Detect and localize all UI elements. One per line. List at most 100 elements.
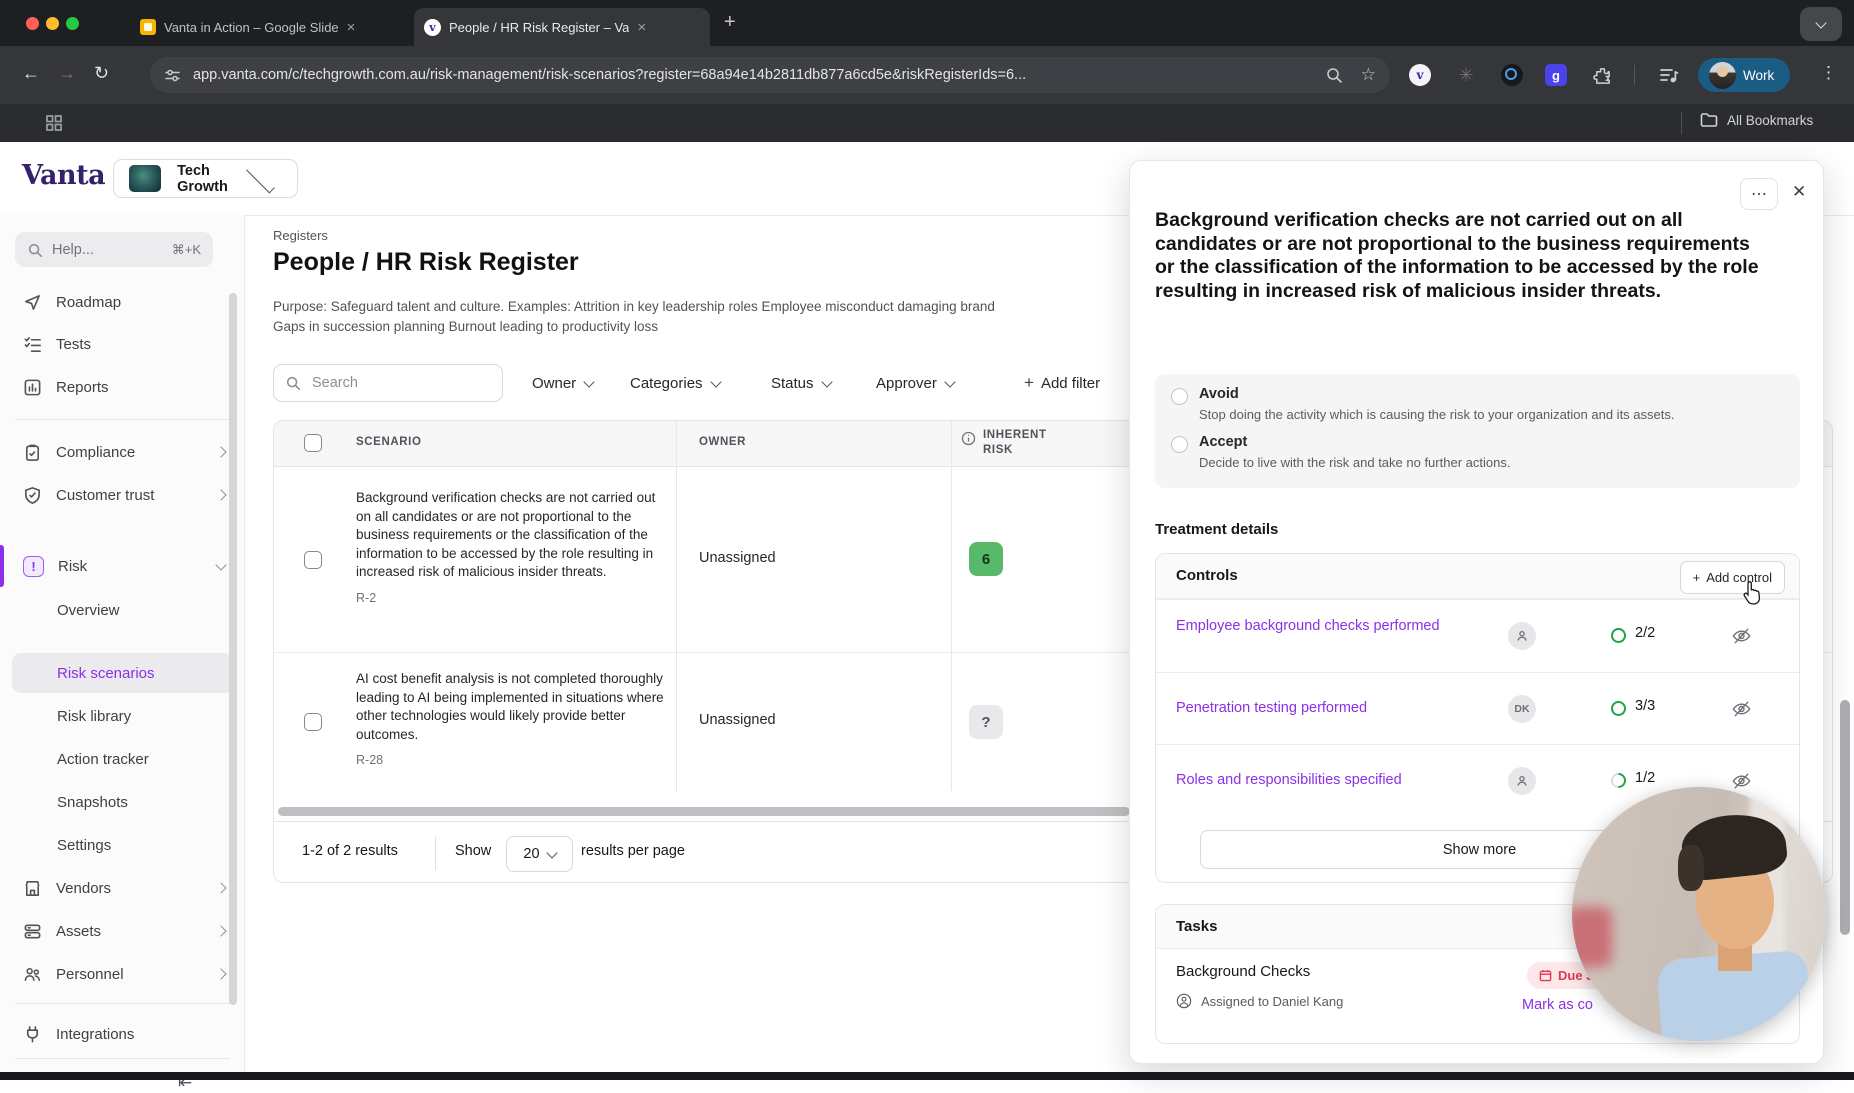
sidebar-item-roadmap[interactable]: Roadmap [0, 281, 245, 323]
sidebar-item-snapshots[interactable]: Snapshots [0, 782, 245, 822]
control-link[interactable]: Roles and responsibilities specified [1176, 771, 1486, 790]
column-header-inherent-risk[interactable]: INHERENT RISK [983, 428, 1069, 458]
address-bar[interactable]: app.vanta.com/c/techgrowth.com.au/risk-m… [150, 57, 1390, 93]
sidebar-item-risk-overview[interactable]: Overview [0, 590, 245, 630]
search-input[interactable] [310, 374, 484, 392]
sidebar-scrollbar[interactable] [229, 293, 237, 1005]
sidebar-item-tests[interactable]: Tests [0, 323, 245, 365]
window-zoom-button[interactable] [66, 17, 79, 30]
page-scrollbar[interactable] [1840, 700, 1850, 935]
apps-grid-icon[interactable] [45, 114, 63, 132]
mark-complete-link[interactable]: Mark as co [1522, 997, 1593, 1013]
reports-chart-icon [24, 379, 41, 395]
progress-count: 1/2 [1635, 770, 1656, 786]
add-control-button[interactable]: + Add control [1679, 561, 1785, 594]
sidebar-item-integrations[interactable]: Integrations [0, 1013, 245, 1055]
browser-menu-icon[interactable]: ⋮ [1820, 63, 1837, 83]
controls-header: Controls + Add control [1156, 554, 1799, 605]
sidebar-item-risk-settings[interactable]: Settings [0, 825, 245, 865]
column-header-scenario[interactable]: SCENARIO [356, 436, 422, 448]
task-name[interactable]: Background Checks [1176, 963, 1310, 980]
filter-owner[interactable]: Owner [532, 364, 595, 402]
tab-title: People / HR Risk Register – Va [449, 19, 630, 35]
info-icon[interactable] [961, 431, 976, 446]
breadcrumb[interactable]: Registers [273, 228, 328, 243]
google-slides-icon [140, 19, 156, 35]
back-button[interactable]: ← [22, 63, 40, 84]
radio-accept[interactable] [1171, 436, 1188, 453]
risk-id: R-28 [356, 753, 384, 767]
vendors-storefront-icon [25, 880, 40, 896]
tab-close-icon[interactable]: × [637, 20, 646, 35]
profile-label: Work [1743, 67, 1775, 83]
new-tab-button[interactable]: + [724, 12, 736, 32]
vanta-extension-icon[interactable]: v [1409, 64, 1431, 86]
all-bookmarks-button[interactable]: All Bookmarks [1700, 112, 1813, 128]
sidebar-item-vendors[interactable]: Vendors [0, 867, 245, 909]
reload-button[interactable]: ↻ [94, 63, 109, 84]
sidebar-item-compliance[interactable]: Compliance [0, 431, 245, 473]
window-close-button[interactable] [26, 17, 39, 30]
panel-more-button[interactable]: ⋯ [1740, 178, 1778, 210]
panel-close-icon[interactable]: ✕ [1792, 182, 1806, 202]
onepassword-extension-icon[interactable] [1501, 64, 1523, 86]
extensions-puzzle-icon[interactable] [1591, 64, 1613, 86]
sidebar-item-reports[interactable]: Reports [0, 366, 245, 408]
owner-avatar [1508, 767, 1536, 795]
site-settings-icon[interactable] [164, 67, 181, 84]
sidebar-item-action-tracker[interactable]: Action tracker [0, 739, 245, 779]
window-minimize-button[interactable] [46, 17, 59, 30]
filter-categories[interactable]: Categories [630, 364, 722, 402]
bookmark-star-icon[interactable]: ☆ [1361, 65, 1376, 85]
column-header-owner[interactable]: OWNER [699, 436, 746, 448]
url-text[interactable]: app.vanta.com/c/techgrowth.com.au/risk-m… [193, 67, 1325, 83]
unmonitored-eye-off-icon[interactable] [1731, 699, 1752, 719]
inherent-risk-badge[interactable]: 6 [969, 542, 1003, 576]
chevron-down-icon [709, 375, 722, 388]
risk-id: R-2 [356, 590, 377, 605]
control-link[interactable]: Employee background checks performed [1176, 617, 1486, 636]
radio-avoid[interactable] [1171, 388, 1188, 405]
sidebar-item-risk-scenarios[interactable]: Risk scenarios [0, 653, 245, 693]
forward-button[interactable]: → [58, 63, 76, 84]
tab-vanta-risk-register[interactable]: v People / HR Risk Register – Va × [414, 8, 710, 46]
vanta-logo[interactable]: Vanta [22, 160, 106, 191]
select-all-checkbox[interactable] [304, 434, 322, 452]
page-size-select[interactable]: 20 [506, 836, 573, 872]
tab-close-icon[interactable]: × [347, 20, 356, 35]
all-bookmarks-label: All Bookmarks [1727, 112, 1814, 128]
inherent-risk-badge[interactable]: ? [969, 705, 1003, 739]
tab-search-chevron-button[interactable] [1800, 7, 1842, 41]
person-icon [1517, 775, 1527, 786]
unmonitored-eye-off-icon[interactable] [1731, 626, 1752, 646]
table-search-input[interactable] [273, 364, 503, 402]
sidebar-item-customer-trust[interactable]: Customer trust [0, 474, 245, 516]
filter-approver[interactable]: Approver [876, 364, 956, 402]
sidebar-item-risk-library[interactable]: Risk library [0, 696, 245, 736]
row-checkbox[interactable] [304, 551, 322, 569]
row-checkbox[interactable] [304, 713, 322, 731]
search-icon[interactable] [1325, 66, 1343, 84]
grammarly-extension-icon[interactable]: g [1545, 64, 1567, 86]
tab-title: Vanta in Action – Google Slide [164, 19, 339, 35]
control-row: Employee background checks performed 2/2 [1156, 599, 1799, 672]
owner-cell[interactable]: Unassigned [699, 712, 776, 728]
browser-profile-button[interactable]: Work [1698, 58, 1790, 92]
sidebar-item-risk[interactable]: ! Risk [0, 545, 245, 587]
sidebar-item-assets[interactable]: Assets [0, 910, 245, 952]
horizontal-scrollbar[interactable] [278, 807, 1130, 816]
add-filter-button[interactable]: + Add filter [1024, 364, 1100, 402]
owner-cell[interactable]: Unassigned [699, 550, 776, 566]
filter-status[interactable]: Status [771, 364, 833, 402]
extension-sun-icon[interactable]: ✳ [1455, 64, 1477, 86]
person-circle-icon [1176, 993, 1192, 1009]
help-search-input[interactable]: Help... ⌘+K [15, 232, 213, 267]
tab-google-slides[interactable]: Vanta in Action – Google Slide × [130, 8, 402, 46]
sidebar-item-personnel[interactable]: Personnel [0, 953, 245, 995]
chevron-down-icon [583, 375, 595, 388]
per-page-label: results per page [581, 843, 685, 859]
org-switcher[interactable]: Tech Growth [113, 159, 298, 198]
scenario-text: AI cost benefit analysis is not complete… [356, 671, 664, 742]
media-controls-icon[interactable] [1658, 64, 1680, 86]
control-link[interactable]: Penetration testing performed [1176, 699, 1486, 718]
